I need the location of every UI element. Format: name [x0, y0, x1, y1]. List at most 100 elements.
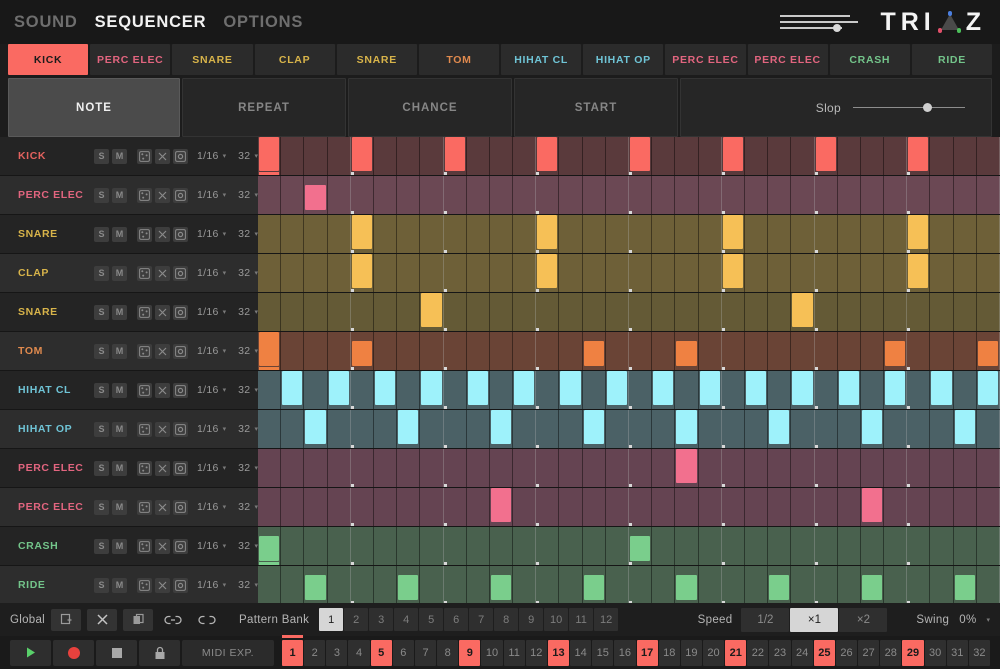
step-cell[interactable] [281, 293, 304, 331]
step-hit[interactable] [537, 254, 557, 288]
step-cell[interactable] [907, 488, 930, 526]
target-icon[interactable] [173, 344, 188, 359]
copy-add-button[interactable] [51, 609, 81, 631]
step-cell[interactable] [583, 566, 606, 603]
step-cell[interactable] [583, 137, 606, 175]
x-icon[interactable] [155, 266, 170, 281]
step-cell[interactable] [467, 176, 490, 214]
step-cell[interactable] [722, 410, 745, 448]
step-cell[interactable] [699, 215, 722, 253]
step-cell[interactable] [722, 176, 745, 214]
mute-button[interactable]: M [112, 578, 127, 593]
link-icon[interactable] [159, 609, 187, 631]
track-rate-value[interactable]: 1/16 [197, 501, 219, 513]
step-cell[interactable] [559, 410, 582, 448]
step-cell[interactable] [768, 254, 791, 292]
step-cell[interactable] [397, 566, 420, 603]
step-cell[interactable] [444, 254, 467, 292]
step-cell[interactable] [861, 449, 884, 487]
step-cell[interactable] [768, 293, 791, 331]
dice-icon[interactable] [137, 461, 152, 476]
target-icon[interactable] [173, 461, 188, 476]
step-cell[interactable] [374, 293, 397, 331]
track-length-value[interactable]: 32 [238, 345, 250, 357]
step-cell[interactable] [791, 410, 814, 448]
clear-button[interactable] [87, 609, 117, 631]
step-cell[interactable] [884, 488, 907, 526]
step-cell[interactable] [977, 254, 1000, 292]
step-number-3[interactable]: 3 [326, 640, 347, 666]
step-cell[interactable] [397, 176, 420, 214]
dice-icon[interactable] [137, 383, 152, 398]
step-hit[interactable] [305, 575, 325, 600]
step-cell[interactable] [954, 293, 977, 331]
step-cell[interactable] [652, 410, 675, 448]
step-cell[interactable] [861, 527, 884, 565]
step-cell[interactable] [884, 137, 907, 175]
step-cell[interactable] [907, 566, 930, 603]
target-icon[interactable] [173, 305, 188, 320]
instrument-tab-3[interactable]: CLAP [255, 44, 335, 75]
step-cell[interactable] [304, 527, 327, 565]
step-cell[interactable] [768, 410, 791, 448]
step-cell[interactable] [374, 449, 397, 487]
step-cell[interactable] [722, 449, 745, 487]
solo-button[interactable]: S [94, 422, 109, 437]
step-cell[interactable] [304, 410, 327, 448]
step-hit[interactable] [352, 341, 372, 366]
step-cell[interactable] [675, 293, 698, 331]
step-cell[interactable] [536, 449, 559, 487]
step-cell[interactable] [768, 215, 791, 253]
target-icon[interactable] [173, 149, 188, 164]
step-cell[interactable] [907, 371, 930, 409]
step-cell[interactable] [954, 371, 977, 409]
step-cell[interactable] [629, 137, 652, 175]
step-cell[interactable] [281, 254, 304, 292]
step-cell[interactable] [559, 215, 582, 253]
lock-button[interactable] [139, 640, 180, 666]
track-length-value[interactable]: 32 [238, 462, 250, 474]
x-icon[interactable] [155, 461, 170, 476]
step-cell[interactable] [420, 488, 443, 526]
menu-item-sound[interactable]: SOUND [14, 13, 78, 32]
step-cell[interactable] [815, 332, 838, 370]
step-cell[interactable] [490, 566, 513, 603]
step-cell[interactable] [467, 488, 490, 526]
step-cell[interactable] [699, 449, 722, 487]
step-cell[interactable] [838, 176, 861, 214]
step-cell[interactable] [930, 293, 953, 331]
step-cell[interactable] [281, 137, 304, 175]
step-cell[interactable] [351, 215, 374, 253]
step-cell[interactable] [490, 254, 513, 292]
step-cell[interactable] [652, 449, 675, 487]
step-cell[interactable] [328, 332, 351, 370]
step-cell[interactable] [791, 254, 814, 292]
step-cell[interactable] [652, 293, 675, 331]
step-cell[interactable] [606, 215, 629, 253]
slop-slider-knob[interactable] [923, 103, 932, 112]
step-number-8[interactable]: 8 [437, 640, 458, 666]
solo-button[interactable]: S [94, 578, 109, 593]
step-cell[interactable] [884, 176, 907, 214]
step-cell[interactable] [374, 527, 397, 565]
step-cell[interactable] [351, 254, 374, 292]
step-cell[interactable] [513, 449, 536, 487]
step-cell[interactable] [652, 215, 675, 253]
dice-icon[interactable] [137, 422, 152, 437]
step-hit[interactable] [259, 536, 279, 561]
step-number-4[interactable]: 4 [348, 640, 369, 666]
step-cell[interactable] [791, 566, 814, 603]
step-cell[interactable] [838, 410, 861, 448]
step-cell[interactable] [815, 293, 838, 331]
step-number-1[interactable]: 1 [282, 640, 303, 666]
step-cell[interactable] [281, 332, 304, 370]
step-cell[interactable] [861, 488, 884, 526]
step-cell[interactable] [675, 488, 698, 526]
step-cell[interactable] [374, 371, 397, 409]
step-cell[interactable] [559, 254, 582, 292]
step-cell[interactable] [977, 137, 1000, 175]
step-cell[interactable] [536, 176, 559, 214]
step-cell[interactable] [583, 293, 606, 331]
step-cell[interactable] [861, 293, 884, 331]
pattern-bank-2[interactable]: 2 [344, 608, 368, 631]
